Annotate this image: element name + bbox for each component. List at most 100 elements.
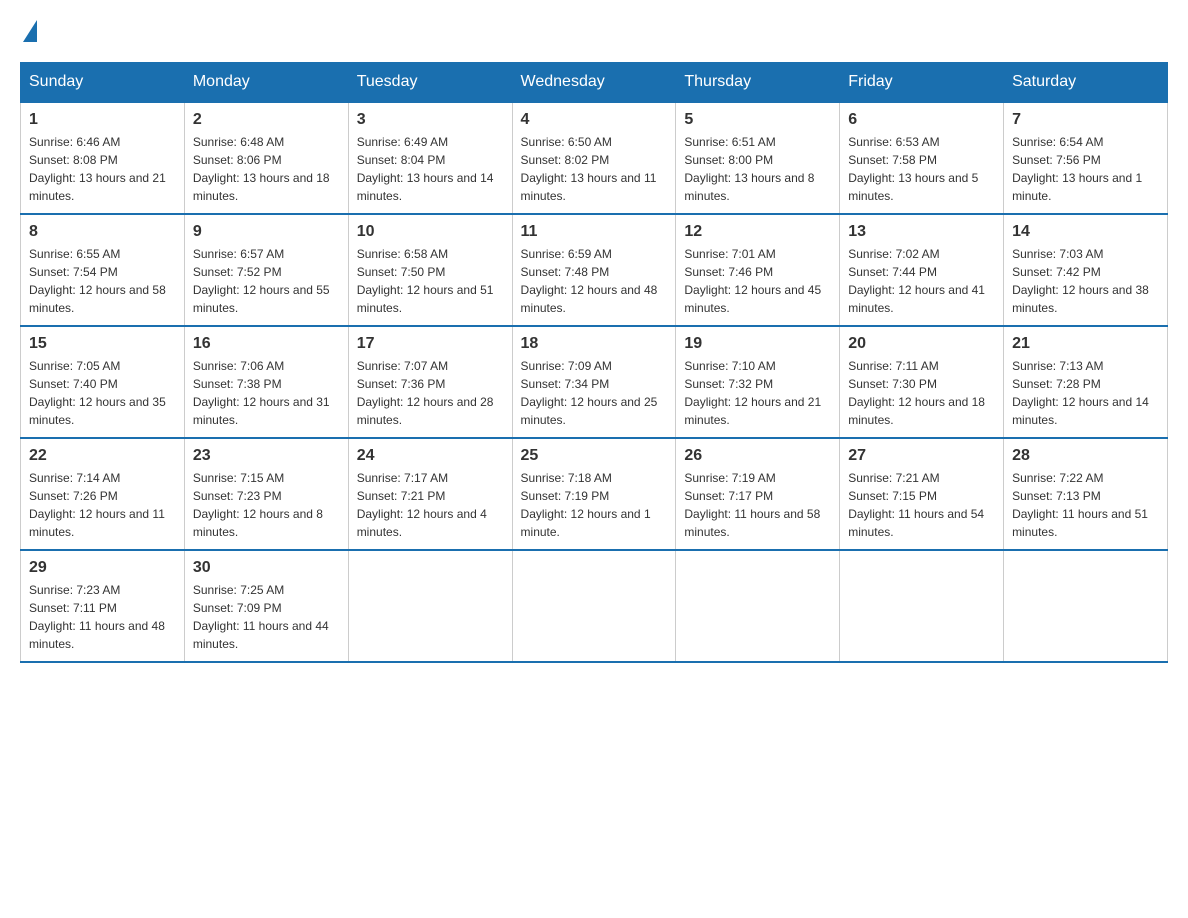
day-number: 27 (848, 447, 995, 465)
logo-triangle-icon (23, 20, 37, 42)
day-info: Sunrise: 7:11 AMSunset: 7:30 PMDaylight:… (848, 357, 995, 429)
calendar-cell: 21 Sunrise: 7:13 AMSunset: 7:28 PMDayligh… (1004, 326, 1168, 438)
calendar-cell: 14 Sunrise: 7:03 AMSunset: 7:42 PMDayligh… (1004, 214, 1168, 326)
calendar-cell: 4 Sunrise: 6:50 AMSunset: 8:02 PMDaylight… (512, 102, 676, 214)
week-row-3: 15 Sunrise: 7:05 AMSunset: 7:40 PMDayligh… (21, 326, 1168, 438)
day-number: 12 (684, 223, 831, 241)
day-number: 22 (29, 447, 176, 465)
day-number: 7 (1012, 111, 1159, 129)
calendar-cell: 8Sunrise: 6:55 AMSunset: 7:54 PMDaylight… (21, 214, 185, 326)
day-number: 15 (29, 335, 176, 353)
header-friday: Friday (840, 63, 1004, 103)
day-number: 3 (357, 111, 504, 129)
day-info: Sunrise: 7:17 AMSunset: 7:21 PMDaylight:… (357, 469, 504, 541)
day-number: 25 (521, 447, 668, 465)
day-info: Sunrise: 7:13 AMSunset: 7:28 PMDaylight:… (1012, 357, 1159, 429)
day-info: Sunrise: 6:48 AMSunset: 8:06 PMDaylight:… (193, 133, 340, 205)
day-number: 16 (193, 335, 340, 353)
day-info: Sunrise: 7:07 AMSunset: 7:36 PMDaylight:… (357, 357, 504, 429)
header-saturday: Saturday (1004, 63, 1168, 103)
calendar-cell: 20 Sunrise: 7:11 AMSunset: 7:30 PMDayligh… (840, 326, 1004, 438)
day-number: 13 (848, 223, 995, 241)
day-number: 17 (357, 335, 504, 353)
day-info: Sunrise: 6:54 AMSunset: 7:56 PMDaylight:… (1012, 133, 1159, 205)
logo (20, 20, 40, 42)
calendar-cell: 24 Sunrise: 7:17 AMSunset: 7:21 PMDayligh… (348, 438, 512, 550)
calendar-cell (512, 550, 676, 662)
calendar-cell (840, 550, 1004, 662)
day-info: Sunrise: 7:23 AMSunset: 7:11 PMDaylight:… (29, 581, 176, 653)
day-info: Sunrise: 7:15 AMSunset: 7:23 PMDaylight:… (193, 469, 340, 541)
day-number: 26 (684, 447, 831, 465)
day-number: 24 (357, 447, 504, 465)
day-number: 10 (357, 223, 504, 241)
day-info: Sunrise: 6:59 AMSunset: 7:48 PMDaylight:… (521, 245, 668, 317)
calendar-cell: 30Sunrise: 7:25 AMSunset: 7:09 PMDayligh… (184, 550, 348, 662)
day-info: Sunrise: 7:10 AMSunset: 7:32 PMDaylight:… (684, 357, 831, 429)
calendar-cell: 15 Sunrise: 7:05 AMSunset: 7:40 PMDayligh… (21, 326, 185, 438)
day-number: 23 (193, 447, 340, 465)
calendar-cell: 12 Sunrise: 7:01 AMSunset: 7:46 PMDayligh… (676, 214, 840, 326)
calendar-table: SundayMondayTuesdayWednesdayThursdayFrid… (20, 62, 1168, 663)
header-thursday: Thursday (676, 63, 840, 103)
calendar-cell: 23 Sunrise: 7:15 AMSunset: 7:23 PMDayligh… (184, 438, 348, 550)
day-info: Sunrise: 6:49 AMSunset: 8:04 PMDaylight:… (357, 133, 504, 205)
day-number: 9 (193, 223, 340, 241)
calendar-cell: 18 Sunrise: 7:09 AMSunset: 7:34 PMDayligh… (512, 326, 676, 438)
day-number: 5 (684, 111, 831, 129)
weekday-header-row: SundayMondayTuesdayWednesdayThursdayFrid… (21, 63, 1168, 103)
day-number: 6 (848, 111, 995, 129)
calendar-cell: 19 Sunrise: 7:10 AMSunset: 7:32 PMDayligh… (676, 326, 840, 438)
header-sunday: Sunday (21, 63, 185, 103)
day-info: Sunrise: 7:14 AMSunset: 7:26 PMDaylight:… (29, 469, 176, 541)
day-info: Sunrise: 6:57 AMSunset: 7:52 PMDaylight:… (193, 245, 340, 317)
day-info: Sunrise: 6:46 AMSunset: 8:08 PMDaylight:… (29, 133, 176, 205)
day-number: 21 (1012, 335, 1159, 353)
week-row-2: 8Sunrise: 6:55 AMSunset: 7:54 PMDaylight… (21, 214, 1168, 326)
calendar-cell: 29 Sunrise: 7:23 AMSunset: 7:11 PMDayligh… (21, 550, 185, 662)
week-row-4: 22 Sunrise: 7:14 AMSunset: 7:26 PMDayligh… (21, 438, 1168, 550)
calendar-cell (348, 550, 512, 662)
day-info: Sunrise: 6:58 AMSunset: 7:50 PMDaylight:… (357, 245, 504, 317)
calendar-cell: 13Sunrise: 7:02 AMSunset: 7:44 PMDayligh… (840, 214, 1004, 326)
day-info: Sunrise: 6:51 AMSunset: 8:00 PMDaylight:… (684, 133, 831, 205)
day-info: Sunrise: 7:09 AMSunset: 7:34 PMDaylight:… (521, 357, 668, 429)
day-info: Sunrise: 6:53 AMSunset: 7:58 PMDaylight:… (848, 133, 995, 205)
day-number: 14 (1012, 223, 1159, 241)
week-row-5: 29 Sunrise: 7:23 AMSunset: 7:11 PMDayligh… (21, 550, 1168, 662)
day-number: 1 (29, 111, 176, 129)
calendar-cell: 6 Sunrise: 6:53 AMSunset: 7:58 PMDaylight… (840, 102, 1004, 214)
day-number: 4 (521, 111, 668, 129)
day-info: Sunrise: 7:05 AMSunset: 7:40 PMDaylight:… (29, 357, 176, 429)
calendar-cell: 27Sunrise: 7:21 AMSunset: 7:15 PMDayligh… (840, 438, 1004, 550)
header-tuesday: Tuesday (348, 63, 512, 103)
day-info: Sunrise: 6:55 AMSunset: 7:54 PMDaylight:… (29, 245, 176, 317)
calendar-cell: 3 Sunrise: 6:49 AMSunset: 8:04 PMDaylight… (348, 102, 512, 214)
day-info: Sunrise: 7:01 AMSunset: 7:46 PMDaylight:… (684, 245, 831, 317)
calendar-cell: 11 Sunrise: 6:59 AMSunset: 7:48 PMDayligh… (512, 214, 676, 326)
day-number: 29 (29, 559, 176, 577)
calendar-cell: 2Sunrise: 6:48 AMSunset: 8:06 PMDaylight… (184, 102, 348, 214)
day-number: 20 (848, 335, 995, 353)
day-info: Sunrise: 7:06 AMSunset: 7:38 PMDaylight:… (193, 357, 340, 429)
calendar-cell: 1 Sunrise: 6:46 AMSunset: 8:08 PMDaylight… (21, 102, 185, 214)
day-number: 18 (521, 335, 668, 353)
header-monday: Monday (184, 63, 348, 103)
calendar-cell: 28 Sunrise: 7:22 AMSunset: 7:13 PMDayligh… (1004, 438, 1168, 550)
calendar-cell: 7 Sunrise: 6:54 AMSunset: 7:56 PMDaylight… (1004, 102, 1168, 214)
day-number: 11 (521, 223, 668, 241)
calendar-cell: 5 Sunrise: 6:51 AMSunset: 8:00 PMDaylight… (676, 102, 840, 214)
calendar-cell: 9 Sunrise: 6:57 AMSunset: 7:52 PMDaylight… (184, 214, 348, 326)
calendar-cell: 22 Sunrise: 7:14 AMSunset: 7:26 PMDayligh… (21, 438, 185, 550)
calendar-cell: 25Sunrise: 7:18 AMSunset: 7:19 PMDayligh… (512, 438, 676, 550)
day-number: 28 (1012, 447, 1159, 465)
day-number: 19 (684, 335, 831, 353)
calendar-cell: 10 Sunrise: 6:58 AMSunset: 7:50 PMDayligh… (348, 214, 512, 326)
calendar-cell: 17 Sunrise: 7:07 AMSunset: 7:36 PMDayligh… (348, 326, 512, 438)
day-info: Sunrise: 7:03 AMSunset: 7:42 PMDaylight:… (1012, 245, 1159, 317)
calendar-cell (1004, 550, 1168, 662)
calendar-cell: 16 Sunrise: 7:06 AMSunset: 7:38 PMDayligh… (184, 326, 348, 438)
day-info: Sunrise: 6:50 AMSunset: 8:02 PMDaylight:… (521, 133, 668, 205)
day-info: Sunrise: 7:22 AMSunset: 7:13 PMDaylight:… (1012, 469, 1159, 541)
calendar-cell: 26Sunrise: 7:19 AMSunset: 7:17 PMDayligh… (676, 438, 840, 550)
